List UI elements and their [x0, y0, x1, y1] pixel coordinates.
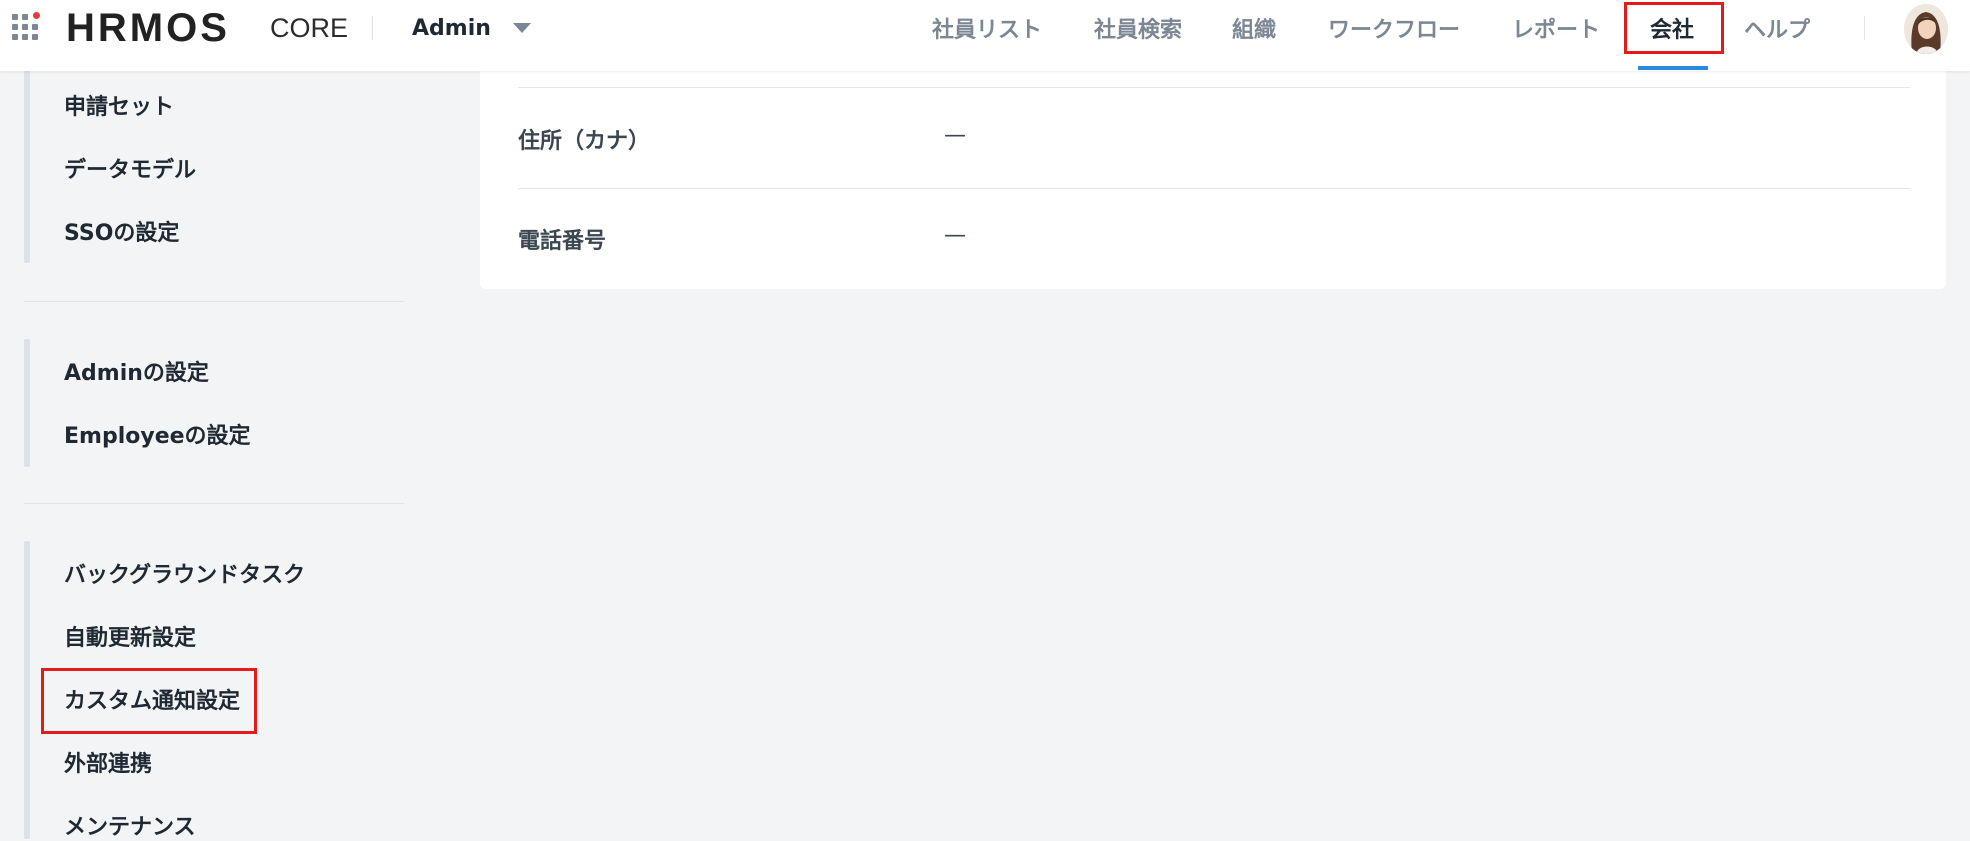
field-label-address-kana: 住所（カナ）	[518, 129, 651, 154]
sidebar-group-3: バックグラウンドタスク 自動更新設定 カスタム通知設定 外部連携 メンテナンス	[24, 541, 404, 841]
field-value-address-kana: —	[944, 123, 966, 148]
sidebar-item-background-tasks[interactable]: バックグラウンドタスク	[64, 557, 305, 589]
sidebar-item-external-integration[interactable]: 外部連携	[64, 746, 152, 778]
field-label-phone-number: 電話番号	[518, 229, 607, 254]
sidebar-divider	[24, 301, 404, 302]
row-divider	[518, 188, 1910, 189]
company-info-card: 住所（カナ） — 電話番号 —	[480, 71, 1946, 289]
nav-workflow[interactable]: ワークフロー	[1328, 12, 1460, 44]
sidebar-group-bar	[24, 541, 30, 839]
user-avatar[interactable]	[1904, 4, 1948, 54]
nav-company[interactable]: 会社	[1650, 12, 1694, 44]
sidebar-item-employee-settings[interactable]: Employeeの設定	[64, 418, 251, 450]
top-header: HRMOS CORE Admin 社員リスト 社員検索 組織 ワークフロー レポ…	[0, 0, 1970, 71]
nav-help[interactable]: ヘルプ	[1744, 12, 1810, 44]
chevron-down-icon	[512, 23, 531, 33]
sidebar-item-data-model[interactable]: データモデル	[64, 152, 196, 184]
sidebar-group-bar	[24, 339, 30, 467]
sidebar-item-auto-update-settings[interactable]: 自動更新設定	[64, 620, 196, 652]
active-tab-indicator	[1638, 66, 1708, 70]
app-launcher-icon[interactable]	[12, 12, 44, 46]
sidebar-item-maintenance[interactable]: メンテナンス	[64, 809, 196, 841]
settings-sidebar: 申請セット データモデル SSOの設定 Adminの設定 Employeeの設定…	[0, 71, 420, 841]
header-divider	[372, 16, 373, 40]
sidebar-item-sso-settings[interactable]: SSOの設定	[64, 215, 179, 247]
nav-report[interactable]: レポート	[1512, 12, 1600, 44]
field-value-phone-number: —	[944, 223, 966, 248]
nav-employee-list[interactable]: 社員リスト	[932, 12, 1042, 44]
sidebar-group-2: Adminの設定 Employeeの設定	[24, 339, 404, 467]
header-divider-right	[1864, 16, 1865, 40]
role-select[interactable]: Admin	[412, 12, 531, 44]
sidebar-item-request-set[interactable]: 申請セット	[64, 89, 174, 121]
sidebar-group-1: 申請セット データモデル SSOの設定	[24, 71, 404, 263]
sidebar-divider	[24, 503, 404, 504]
brand-logo[interactable]: HRMOS	[66, 6, 230, 51]
row-divider	[518, 87, 1910, 88]
nav-organization[interactable]: 組織	[1232, 12, 1276, 44]
nav-employee-search[interactable]: 社員検索	[1094, 12, 1182, 44]
brand-logo-sub: CORE	[270, 13, 349, 43]
role-select-value: Admin	[412, 15, 491, 41]
sidebar-item-admin-settings[interactable]: Adminの設定	[64, 355, 209, 387]
sidebar-group-bar	[24, 71, 30, 263]
sidebar-item-custom-notification-settings[interactable]: カスタム通知設定	[64, 683, 240, 715]
